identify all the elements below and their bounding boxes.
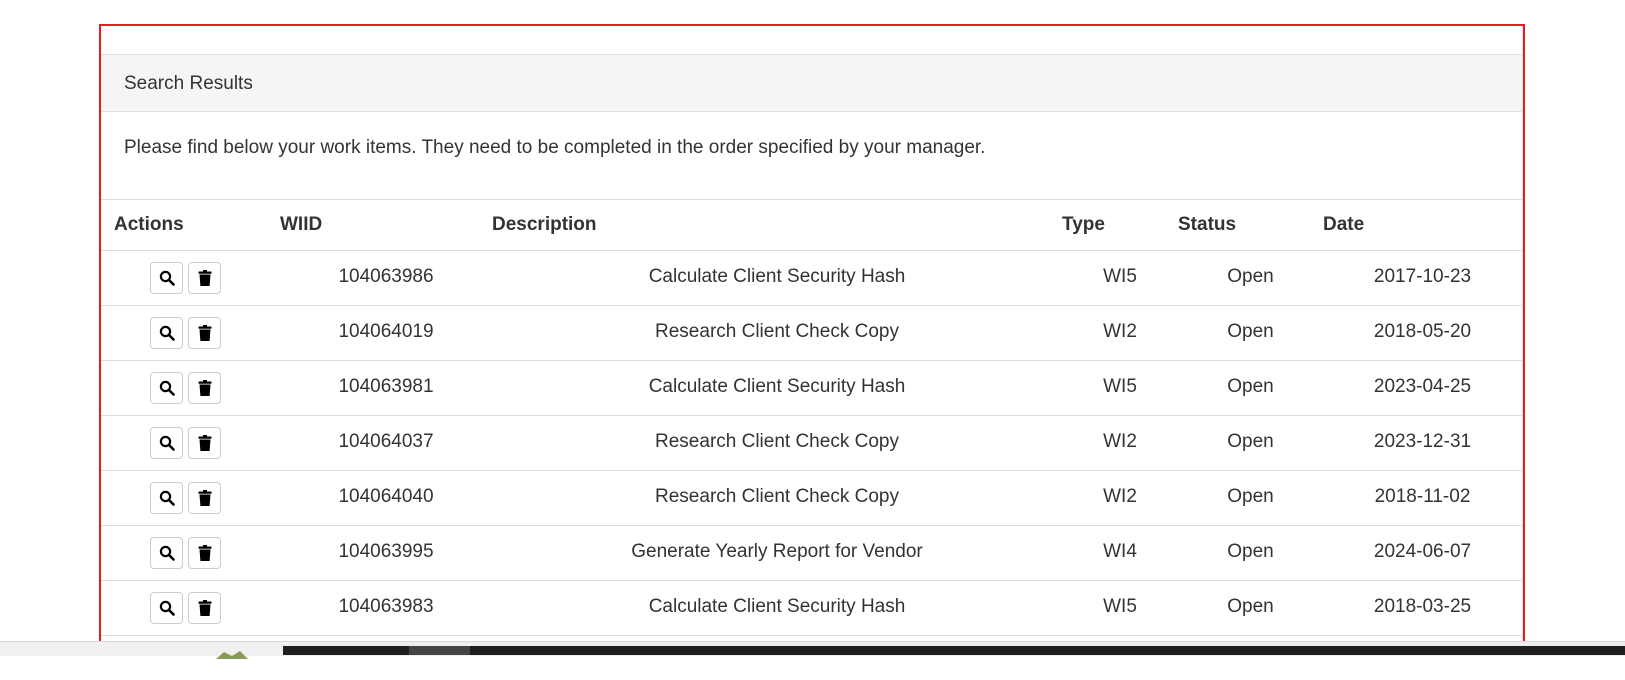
cell-description: Calculate Client Security Hash xyxy=(648,266,906,287)
cell-status: Open xyxy=(1227,321,1274,342)
cell-status: Open xyxy=(1227,376,1274,397)
view-button[interactable] xyxy=(150,537,183,569)
cell-description: Calculate Client Security Hash xyxy=(648,376,906,397)
cell-date: 2023-12-31 xyxy=(1373,431,1472,452)
search-icon xyxy=(159,435,175,451)
cell-type: WI2 xyxy=(1103,431,1137,452)
view-button[interactable] xyxy=(150,372,183,404)
trash-icon xyxy=(198,600,212,616)
view-button[interactable] xyxy=(150,482,183,514)
search-icon xyxy=(159,600,175,616)
column-header-type: Type xyxy=(1062,214,1105,235)
panel-intro-text: Please find below your work items. They … xyxy=(124,137,986,158)
panel-heading: Search Results xyxy=(100,54,1522,112)
delete-button[interactable] xyxy=(188,537,221,569)
cell-wiid: 104063981 xyxy=(338,376,434,397)
search-icon xyxy=(159,490,175,506)
cell-type: WI2 xyxy=(1103,321,1137,342)
cell-type: WI5 xyxy=(1103,596,1137,617)
cell-wiid: 104063986 xyxy=(338,266,434,287)
cell-type: WI2 xyxy=(1103,486,1137,507)
cell-description: Calculate Client Security Hash xyxy=(648,596,906,617)
panel-title: Search Results xyxy=(124,73,253,94)
column-header-wiid: WIID xyxy=(280,214,323,235)
search-icon xyxy=(159,545,175,561)
delete-button[interactable] xyxy=(188,482,221,514)
taskbar-active-item[interactable] xyxy=(409,646,470,655)
delete-button[interactable] xyxy=(188,427,221,459)
search-icon xyxy=(159,270,175,286)
view-button[interactable] xyxy=(150,262,183,294)
delete-button[interactable] xyxy=(188,317,221,349)
trash-icon xyxy=(198,325,212,341)
delete-button[interactable] xyxy=(188,592,221,624)
table-row: 104064040 Research Client Check Copy WI2 Op… xyxy=(100,471,1522,526)
cell-date: 2018-11-02 xyxy=(1374,486,1471,507)
table-row: 104063983 Calculate Client Security Hash W… xyxy=(100,581,1522,636)
cell-wiid: 104064040 xyxy=(338,486,434,507)
trash-icon xyxy=(198,490,212,506)
cell-date: 2018-05-20 xyxy=(1373,321,1472,342)
delete-button[interactable] xyxy=(188,372,221,404)
cell-wiid: 104063995 xyxy=(338,541,434,562)
cell-date: 2017-10-23 xyxy=(1373,266,1472,287)
table-row: 104063995 Generate Yearly Report for Vend… xyxy=(100,526,1522,581)
trash-icon xyxy=(198,270,212,286)
cell-status: Open xyxy=(1227,596,1274,617)
cell-description: Generate Yearly Report for Vendor xyxy=(631,541,923,562)
cell-wiid: 104064037 xyxy=(338,431,434,452)
taskbar xyxy=(283,646,1625,655)
cell-status: Open xyxy=(1227,266,1274,287)
search-results-panel: Search Results Please find below your wo… xyxy=(99,26,1523,656)
column-header-description: Description xyxy=(492,214,597,235)
column-header-date: Date xyxy=(1323,214,1365,235)
cell-date: 2018-03-25 xyxy=(1373,596,1472,617)
table-row: 104063986 Calculate Client Security Hash W… xyxy=(100,251,1522,306)
trash-icon xyxy=(198,380,212,396)
table-row: 104064019 Research Client Check Copy WI2 Op… xyxy=(100,306,1522,361)
cell-description: Research Client Check Copy xyxy=(655,321,899,342)
trash-icon xyxy=(198,545,212,561)
cell-status: Open xyxy=(1227,541,1274,562)
cell-type: WI5 xyxy=(1103,376,1137,397)
cell-type: WI4 xyxy=(1103,541,1137,562)
column-header-status: Status xyxy=(1178,214,1237,235)
view-button[interactable] xyxy=(150,427,183,459)
cell-type: WI5 xyxy=(1103,266,1137,287)
cell-date: 2023-04-25 xyxy=(1373,376,1472,397)
cell-wiid: 104063983 xyxy=(338,596,434,617)
trash-icon xyxy=(198,435,212,451)
table-row: 104063981 Calculate Client Security Hash W… xyxy=(100,361,1522,416)
cell-wiid: 104064019 xyxy=(338,321,434,342)
view-button[interactable] xyxy=(150,592,183,624)
cell-status: Open xyxy=(1227,486,1274,507)
column-header-actions: Actions xyxy=(114,214,184,235)
view-button[interactable] xyxy=(150,317,183,349)
cell-status: Open xyxy=(1227,431,1274,452)
search-icon xyxy=(159,325,175,341)
delete-button[interactable] xyxy=(188,262,221,294)
page: Search Results Please find below your wo… xyxy=(0,0,1625,680)
cell-date: 2024-06-07 xyxy=(1373,541,1472,562)
cell-description: Research Client Check Copy xyxy=(655,431,899,452)
search-icon xyxy=(159,380,175,396)
table-header-row: Actions WIID Description Type Status Dat… xyxy=(100,199,1522,251)
taskbar-logo-icon xyxy=(210,646,255,659)
cell-description: Research Client Check Copy xyxy=(655,486,899,507)
table-row: 104064037 Research Client Check Copy WI2 Op… xyxy=(100,416,1522,471)
